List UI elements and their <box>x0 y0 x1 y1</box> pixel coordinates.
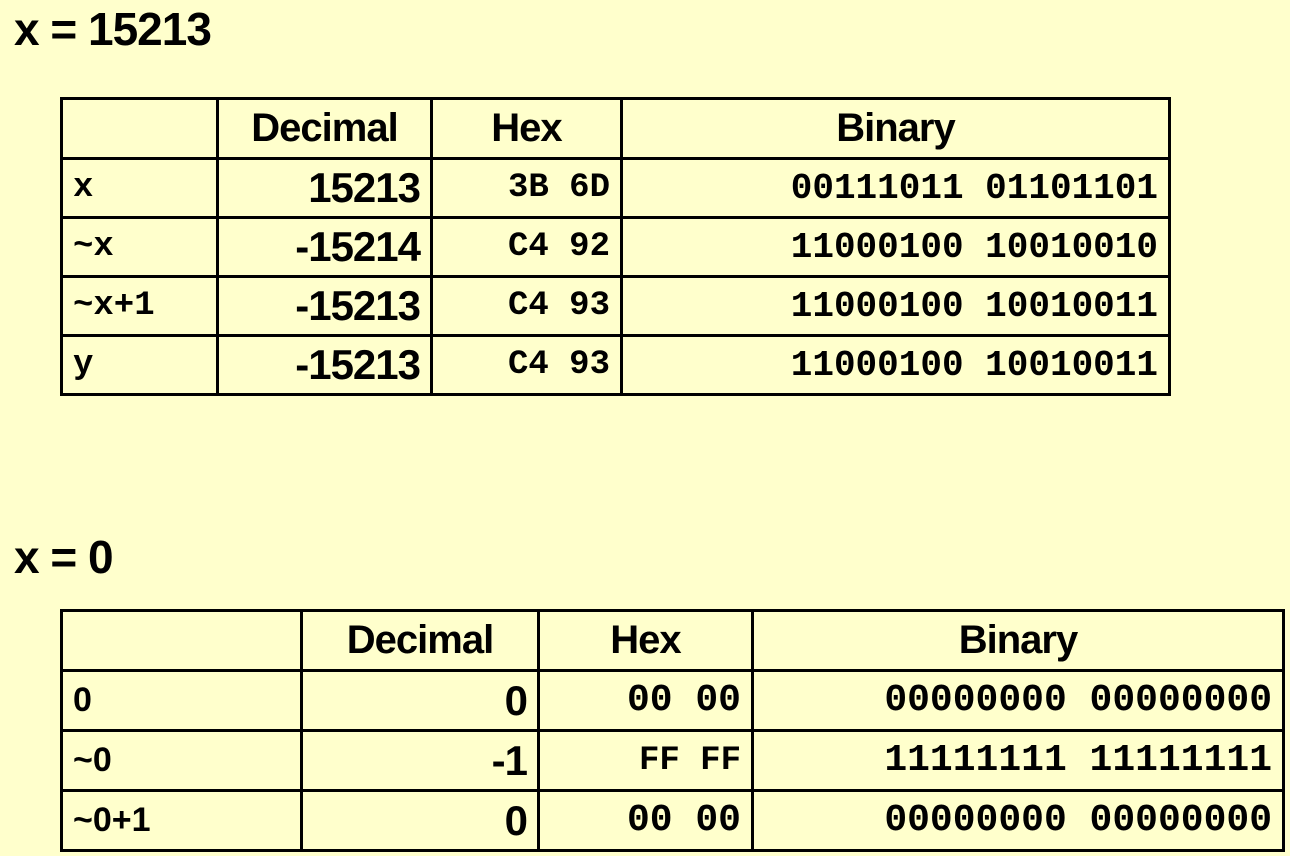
representation-table-15213: Decimal Hex Binary x 15213 3B 6D 0011101… <box>60 97 1171 396</box>
decimal-value: -15213 <box>216 275 433 337</box>
hex-value: FF FF <box>537 729 754 792</box>
row-label: ~0 <box>60 729 303 792</box>
header-blank <box>60 97 219 160</box>
table-row: y -15213 C4 93 11000100 10010011 <box>60 334 1171 396</box>
binary-value: 11000100 10010011 <box>620 275 1171 337</box>
row-label: 0 <box>60 669 303 732</box>
table-row: ~x -15214 C4 92 11000100 10010010 <box>60 216 1171 278</box>
hex-value: 00 00 <box>537 789 754 852</box>
binary-value: 00000000 00000000 <box>751 789 1285 852</box>
header-decimal: Decimal <box>300 609 540 672</box>
row-label: ~x+1 <box>60 275 219 337</box>
decimal-value: -15213 <box>216 334 433 396</box>
header-hex: Hex <box>537 609 754 672</box>
section-heading-x-0: x = 0 <box>14 531 114 583</box>
row-label: y <box>60 334 219 396</box>
binary-value: 00111011 01101101 <box>620 157 1171 219</box>
hex-value: C4 93 <box>430 275 623 337</box>
table-header-row: Decimal Hex Binary <box>60 97 1171 160</box>
binary-value: 00000000 00000000 <box>751 669 1285 732</box>
binary-value: 11000100 10010010 <box>620 216 1171 278</box>
decimal-value: -15214 <box>216 216 433 278</box>
hex-value: C4 92 <box>430 216 623 278</box>
table-row: ~0+1 0 00 00 00000000 00000000 <box>60 789 1285 852</box>
table-header-row: Decimal Hex Binary <box>60 609 1285 672</box>
table-row: 0 0 00 00 00000000 00000000 <box>60 669 1285 732</box>
decimal-value: -1 <box>300 729 540 792</box>
header-hex: Hex <box>430 97 623 160</box>
decimal-value: 0 <box>300 789 540 852</box>
row-label: ~0+1 <box>60 789 303 852</box>
representation-table-zero: Decimal Hex Binary 0 0 00 00 00000000 00… <box>60 609 1285 852</box>
section-heading-x-15213: x = 15213 <box>14 3 212 55</box>
binary-value: 11111111 11111111 <box>751 729 1285 792</box>
binary-value: 11000100 10010011 <box>620 334 1171 396</box>
header-binary: Binary <box>620 97 1171 160</box>
decimal-value: 0 <box>300 669 540 732</box>
hex-value: 3B 6D <box>430 157 623 219</box>
row-label: ~x <box>60 216 219 278</box>
header-blank <box>60 609 303 672</box>
table-row: ~0 -1 FF FF 11111111 11111111 <box>60 729 1285 792</box>
row-label: x <box>60 157 219 219</box>
decimal-value: 15213 <box>216 157 433 219</box>
table-row: ~x+1 -15213 C4 93 11000100 10010011 <box>60 275 1171 337</box>
header-binary: Binary <box>751 609 1285 672</box>
header-decimal: Decimal <box>216 97 433 160</box>
table-row: x 15213 3B 6D 00111011 01101101 <box>60 157 1171 219</box>
hex-value: 00 00 <box>537 669 754 732</box>
hex-value: C4 93 <box>430 334 623 396</box>
